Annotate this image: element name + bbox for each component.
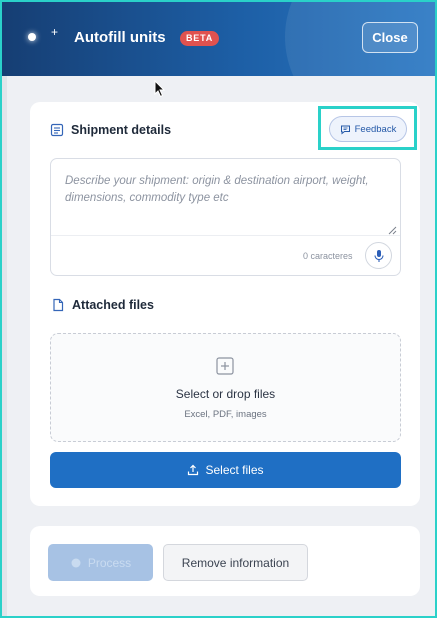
resize-grip-icon[interactable] <box>387 225 397 235</box>
select-files-label: Select files <box>205 463 264 477</box>
drop-title: Select or drop files <box>175 387 276 401</box>
feedback-chat-icon <box>340 125 350 135</box>
drop-subtitle: Excel, PDF, images <box>184 409 267 420</box>
shipment-description-input[interactable]: Describe your shipment: origin & destina… <box>50 158 401 276</box>
remove-information-button[interactable]: Remove information <box>163 544 308 581</box>
side-scroll-strip <box>2 76 7 616</box>
close-button[interactable]: Close <box>362 22 418 53</box>
sparkle-plus-icon: + <box>51 25 59 39</box>
microphone-button[interactable] <box>365 242 392 269</box>
shipment-details-title: Shipment details <box>71 123 172 137</box>
char-count: 0 caracteres <box>303 251 353 261</box>
file-icon <box>53 298 64 312</box>
shipment-description-placeholder: Describe your shipment: origin & destina… <box>65 175 369 204</box>
panel-header: + Autofill units BETA Close <box>2 2 435 76</box>
beta-badge: BETA <box>180 31 220 46</box>
select-files-button[interactable]: Select files <box>50 452 401 488</box>
feedback-label: Feedback <box>354 123 397 135</box>
microphone-icon <box>373 249 384 262</box>
autofill-panel: + Autofill units BETA Close Shipment det… <box>2 2 435 616</box>
upload-icon <box>188 464 199 476</box>
document-list-icon <box>50 123 64 137</box>
process-button[interactable]: Process <box>48 544 153 581</box>
panel-title: Autofill units <box>74 29 166 46</box>
plus-square-icon <box>216 357 234 375</box>
file-dropzone[interactable]: Select or drop files Excel, PDF, images <box>50 333 401 442</box>
sparkle-process-icon <box>71 558 81 567</box>
feedback-button[interactable]: Feedback <box>329 116 407 142</box>
mouse-cursor-icon <box>154 80 166 98</box>
sparkle-icon <box>28 33 36 41</box>
textarea-divider <box>51 235 400 236</box>
process-label: Process <box>87 555 132 570</box>
attached-files-title: Attached files <box>72 298 154 312</box>
